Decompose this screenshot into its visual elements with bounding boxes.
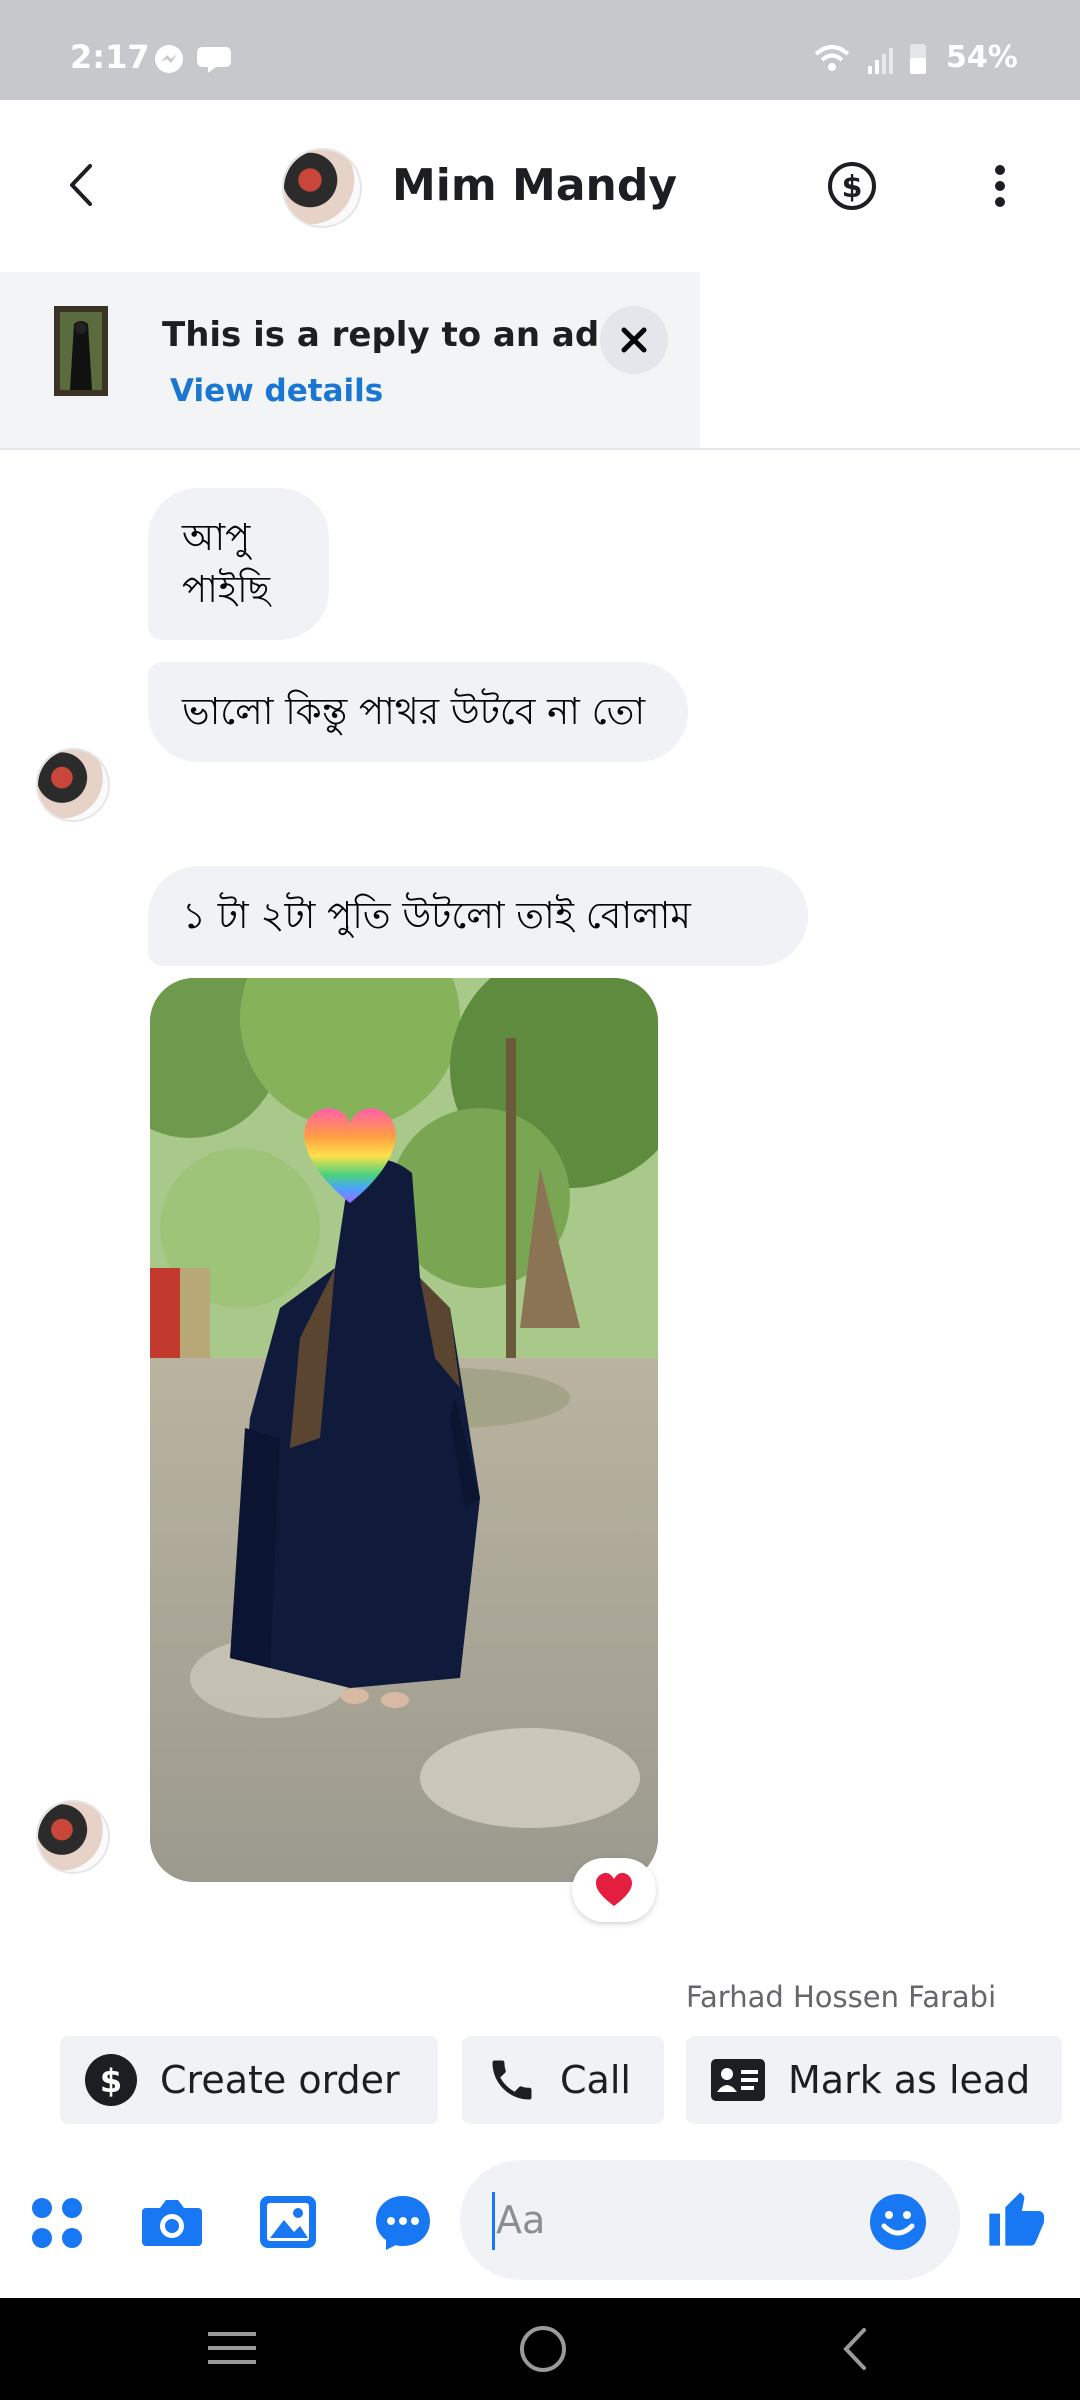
assigned-agent-label: Farhad Hossen Farabi — [686, 1980, 997, 2014]
message-bubble[interactable]: আপু পাইছি — [148, 488, 329, 640]
contact-card-icon — [710, 2058, 766, 2102]
messenger-chat-icon[interactable] — [372, 2192, 434, 2254]
ad-banner-title: This is a reply to an ad — [162, 315, 600, 355]
photo-message[interactable] — [150, 978, 658, 1882]
apps-grid-icon[interactable] — [30, 2196, 86, 2252]
notification-icons — [155, 45, 231, 73]
heart-icon — [596, 1873, 632, 1906]
chevron-left-icon[interactable] — [62, 160, 102, 210]
phone-icon — [486, 2054, 538, 2106]
header-divider — [0, 448, 1080, 450]
dollar-icon: $ — [84, 2053, 138, 2107]
message-bubble[interactable]: ভালো কিন্তু পাথর উটবে না তো — [148, 662, 688, 762]
contact-name[interactable]: Mim Mandy — [392, 160, 677, 211]
camera-icon[interactable] — [140, 2194, 204, 2250]
status-time: 2:17 — [70, 38, 150, 76]
sender-avatar[interactable] — [36, 748, 110, 822]
battery-percentage: 54% — [946, 40, 1018, 75]
mark-as-lead-button[interactable]: Mark as lead — [686, 2036, 1062, 2124]
home-icon[interactable] — [518, 2324, 568, 2374]
svg-text:$: $ — [842, 170, 863, 205]
like-icon[interactable] — [984, 2186, 1048, 2252]
photo-image — [150, 978, 658, 1882]
signal-wifi-battery-icons — [814, 44, 926, 74]
text-caret — [492, 2192, 495, 2250]
message-bubble[interactable]: ১ টা ২টা পুতি উটলো তাই বোলাম — [148, 866, 808, 966]
ad-thumbnail — [54, 306, 108, 396]
create-order-button[interactable]: $ Create order — [60, 2036, 438, 2124]
view-details-link[interactable]: View details — [170, 373, 383, 409]
sender-avatar[interactable] — [36, 1800, 110, 1874]
heart-reaction[interactable] — [572, 1858, 656, 1922]
mark-as-lead-label: Mark as lead — [788, 2058, 1031, 2102]
recent-apps-icon[interactable] — [206, 2328, 258, 2368]
close-icon[interactable] — [598, 304, 670, 376]
svg-text:$: $ — [100, 2062, 122, 2100]
back-icon[interactable] — [836, 2324, 872, 2374]
message-input-placeholder: Aa — [496, 2198, 546, 2242]
create-order-label: Create order — [160, 2058, 400, 2102]
emoji-icon[interactable] — [868, 2192, 928, 2252]
gallery-icon[interactable] — [258, 2194, 318, 2250]
contact-avatar[interactable] — [282, 148, 362, 228]
more-vertical-icon[interactable] — [988, 162, 1012, 210]
call-button[interactable]: Call — [462, 2036, 664, 2124]
dollar-circle-icon[interactable]: $ — [826, 160, 878, 212]
call-label: Call — [560, 2058, 631, 2102]
